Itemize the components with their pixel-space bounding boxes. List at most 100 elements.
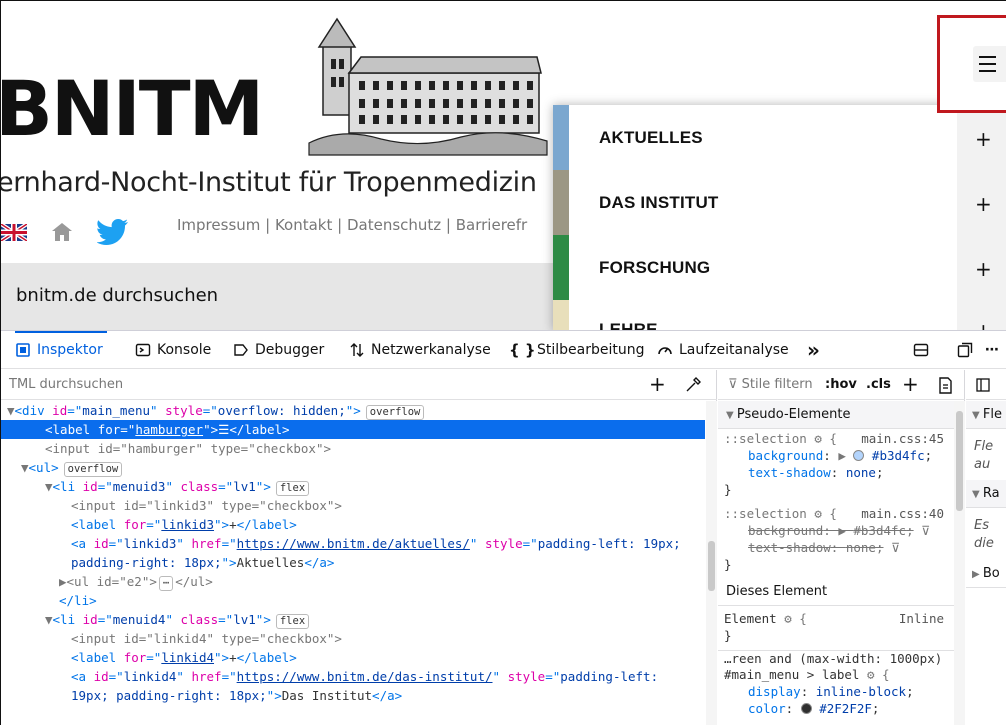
markup-line-label-linkid4[interactable]: <label for="linkid4">+</label> bbox=[1, 648, 705, 667]
attr-value: padding-right: 18px; bbox=[71, 555, 222, 570]
grid-section-header[interactable]: ▼ Ra bbox=[966, 480, 1006, 508]
hov-toggle-button[interactable]: :hov bbox=[825, 377, 857, 392]
markup-line-label-linkid3[interactable]: <label for="linkid3">+</label> bbox=[1, 515, 705, 534]
color-swatch-icon[interactable] bbox=[800, 703, 812, 714]
collapsed-children-icon[interactable]: ⋯ bbox=[158, 576, 174, 591]
print-media-icon[interactable] bbox=[938, 377, 953, 394]
rule-decl-display[interactable]: display: inline-block; bbox=[718, 684, 954, 701]
flex-badge[interactable]: flex bbox=[275, 481, 310, 496]
home-icon[interactable] bbox=[51, 222, 73, 242]
flex-text: Fle bbox=[974, 439, 994, 454]
markup-search-input[interactable]: TML durchsuchen bbox=[9, 377, 123, 392]
markup-tree: ▼<div id="main_menu" style="overflow: hi… bbox=[1, 401, 705, 725]
add-node-icon[interactable]: + bbox=[649, 372, 666, 396]
twitter-icon[interactable] bbox=[96, 219, 129, 245]
hamburger-menu-icon[interactable] bbox=[973, 46, 1006, 82]
menu-item-label: DAS INSTITUT bbox=[599, 192, 719, 212]
attr-link[interactable]: hamburger bbox=[135, 422, 203, 437]
tab-style-editor[interactable]: { } Stilbearbeitung bbox=[509, 331, 645, 369]
main-menu-dropdown: AKTUELLES DAS INSTITUT FORSCHUNG LEHRE bbox=[553, 105, 957, 331]
footer-links[interactable]: Impressum | Kontakt | Datenschutz | Barr… bbox=[177, 216, 527, 234]
rule-source-1[interactable]: main.css:45 bbox=[861, 431, 944, 446]
markup-line-label-selected[interactable]: <label for="hamburger">☰</label> bbox=[1, 420, 705, 439]
attr-value: linkid4 bbox=[153, 631, 207, 646]
site-search-bar[interactable]: bnitm.de durchsuchen bbox=[1, 263, 561, 331]
tab-inspector[interactable]: Inspektor bbox=[15, 331, 107, 369]
markup-line-input-linkid4[interactable]: <input id="linkid4" type="checkbox"> bbox=[1, 629, 705, 648]
rule-decl-text-shadow-overridden[interactable]: text-shadow: none; ⊽ bbox=[718, 540, 954, 557]
rule-decl-text-shadow[interactable]: text-shadow: none; bbox=[718, 465, 954, 482]
markup-line-input[interactable]: <input id="hamburger" type="checkbox"> bbox=[1, 439, 705, 458]
rule-selector-3[interactable]: #main_menu > label ⚙ { bbox=[718, 667, 954, 684]
overflow-badge[interactable]: overflow bbox=[63, 462, 123, 477]
rule-decl-background-overridden[interactable]: background: ▶ #b3d4fc; ⊽ bbox=[718, 523, 954, 540]
tab-network[interactable]: Netzwerkanalyse bbox=[349, 331, 491, 369]
markup-line-li-menuid3[interactable]: ▼<li id="menuid3" class="lv1"> flex bbox=[1, 477, 705, 496]
markup-search-bar[interactable]: TML durchsuchen + bbox=[1, 370, 717, 400]
markup-line-main-menu[interactable]: ▼<div id="main_menu" style="overflow: hi… bbox=[1, 401, 705, 420]
markup-line-a-linkid3[interactable]: <a id="linkid3" href="https://www.bnitm.… bbox=[1, 534, 705, 553]
attr-value: lv1 bbox=[233, 612, 256, 627]
markup-line-ul[interactable]: ▼<ul> overflow bbox=[1, 458, 705, 477]
markup-line-a-linkid4[interactable]: <a id="linkid4" href="https://www.bnitm.… bbox=[1, 667, 705, 686]
rule-decl-color[interactable]: color: #2F2F2F; bbox=[718, 701, 954, 718]
attr-link[interactable]: linkid4 bbox=[161, 650, 214, 665]
attr-value: padding-left: bbox=[560, 669, 659, 684]
box-model-section-header[interactable]: ▶ Bo bbox=[966, 560, 1006, 588]
rule-source-2[interactable]: main.css:40 bbox=[861, 506, 944, 521]
markup-line-a-linkid3-cont[interactable]: padding-right: 18px;">Aktuelles</a> bbox=[1, 553, 705, 572]
pseudo-elements-header[interactable]: ▼ Pseudo-Elemente bbox=[718, 401, 954, 429]
website-viewport: BNITM ernhard-Nocht-Institut für Tropenm… bbox=[1, 1, 1006, 331]
rule-selector-2[interactable]: ::selection ⚙ {main.css:40 bbox=[718, 506, 954, 523]
attr-value: e2 bbox=[126, 574, 142, 589]
flex-badge[interactable]: flex bbox=[275, 614, 310, 629]
menu-item-das-institut[interactable]: DAS INSTITUT bbox=[553, 170, 957, 235]
menu-item-color-bar bbox=[553, 300, 569, 331]
expand-forschung-toggle[interactable]: + bbox=[975, 257, 992, 281]
menu-item-forschung[interactable]: FORSCHUNG bbox=[553, 235, 957, 300]
more-tabs-button[interactable]: » bbox=[807, 331, 820, 369]
rule-selector-1[interactable]: ::selection ⚙ {main.css:45 bbox=[718, 431, 954, 448]
attr-value: menuid4 bbox=[112, 612, 166, 627]
sidebar-toggle-icon[interactable] bbox=[976, 378, 990, 392]
color-swatch-icon[interactable] bbox=[853, 450, 865, 461]
menu-item-color-bar bbox=[553, 105, 569, 170]
cls-toggle-button[interactable]: .cls bbox=[866, 377, 891, 392]
markup-line-li-close[interactable]: </li> bbox=[1, 591, 705, 610]
add-rule-icon[interactable]: + bbox=[902, 372, 919, 396]
menu-item-lehre[interactable]: LEHRE bbox=[553, 300, 957, 331]
tab-performance[interactable]: Laufzeitanalyse bbox=[657, 331, 789, 369]
markup-line-li-menuid4[interactable]: ▼<li id="menuid4" class="lv1"> flex bbox=[1, 610, 705, 629]
menu-item-aktuelles[interactable]: AKTUELLES bbox=[553, 105, 957, 170]
markup-scrollbar[interactable] bbox=[706, 401, 717, 725]
menu-item-color-bar bbox=[553, 235, 569, 300]
overflow-menu-icon[interactable]: ⋯ bbox=[985, 331, 1000, 369]
eyedropper-icon[interactable] bbox=[685, 377, 701, 393]
tab-debugger[interactable]: Debugger bbox=[233, 331, 324, 369]
rules-scrollbar[interactable] bbox=[954, 401, 965, 725]
expand-aktuelles-toggle[interactable]: + bbox=[975, 127, 992, 151]
flex-section-header[interactable]: ▼ Fle bbox=[966, 401, 1006, 429]
rule-decl-background[interactable]: background: ▶ #b3d4fc; bbox=[718, 448, 954, 465]
markup-line-input-linkid3[interactable]: <input id="linkid3" type="checkbox"> bbox=[1, 496, 705, 515]
rules-filter-bar: ⊽ Stile filtern :hov .cls + bbox=[718, 370, 965, 400]
site-logo[interactable]: BNITM bbox=[1, 71, 264, 147]
english-flag-icon[interactable] bbox=[1, 223, 27, 241]
element-rule[interactable]: Element ⚙ {Inline bbox=[718, 611, 954, 628]
markup-view-pane: TML durchsuchen + ▼<div id="main_menu" s… bbox=[1, 370, 717, 725]
attr-link[interactable]: linkid3 bbox=[161, 517, 214, 532]
markup-line-a-linkid4-cont[interactable]: 19px; padding-right: 18px;">Das Institut… bbox=[1, 686, 705, 705]
attr-link[interactable]: https://www.bnitm.de/aktuelles/ bbox=[237, 536, 470, 551]
media-query: …reen and (max-width: 1000px) bbox=[718, 650, 954, 667]
overflow-badge[interactable]: overflow bbox=[365, 405, 425, 420]
styles-filter-input[interactable]: ⊽ Stile filtern bbox=[728, 377, 813, 392]
filter-icon[interactable]: ⊽ bbox=[891, 540, 900, 555]
tab-console[interactable]: Konsole bbox=[135, 331, 211, 369]
attr-link[interactable]: https://www.bnitm.de/das-institut/ bbox=[237, 669, 493, 684]
filter-icon[interactable]: ⊽ bbox=[921, 523, 930, 538]
expand-das-institut-toggle[interactable]: + bbox=[975, 192, 992, 216]
markup-line-ul-e2[interactable]: ▶<ul id="e2"> ⋯ </ul> bbox=[1, 572, 705, 591]
dock-options-button[interactable] bbox=[957, 331, 973, 369]
split-console-button[interactable] bbox=[913, 331, 929, 369]
label-text: + bbox=[229, 517, 237, 532]
